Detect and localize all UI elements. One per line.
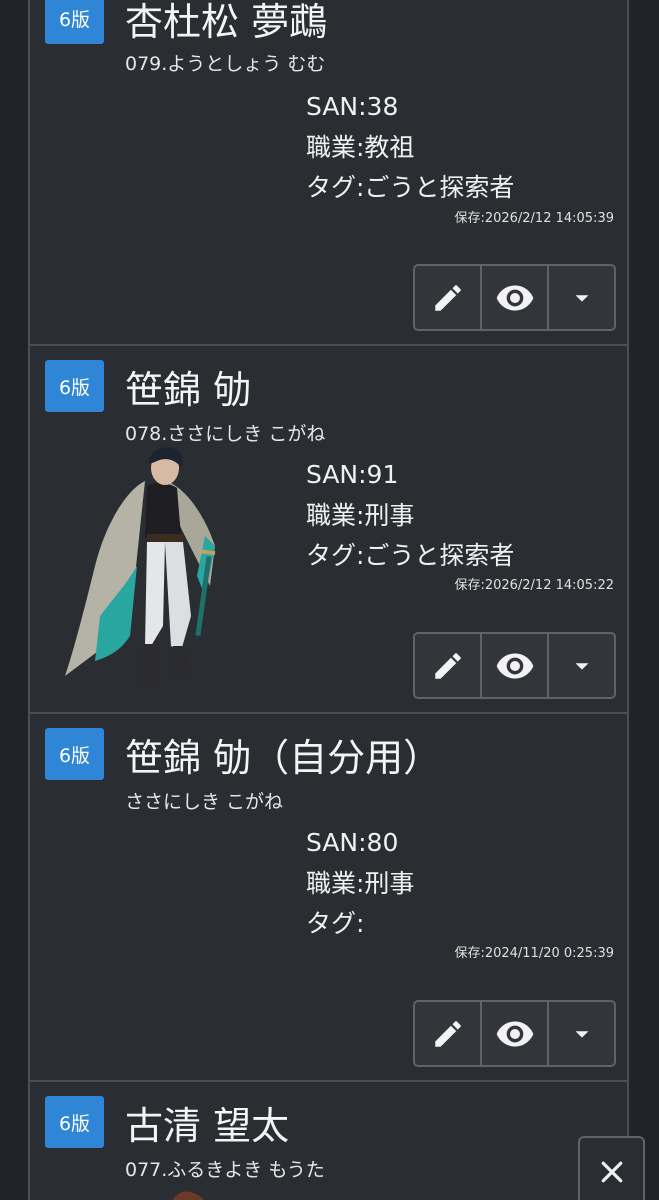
edit-button[interactable]: [415, 266, 482, 329]
tags: タグ:ごうと探索者: [306, 541, 515, 570]
character-portrait: [172, 1191, 204, 1200]
san-value: SAN:80: [306, 828, 399, 857]
card-actions: [413, 1000, 616, 1067]
character-name[interactable]: 笹錦 劬: [125, 368, 251, 412]
character-card[interactable]: 6版 古清 望太 077.ふるきよき もうた: [28, 1080, 629, 1200]
eye-icon: [496, 285, 533, 310]
edition-badge: 6版: [45, 728, 104, 780]
edition-badge: 6版: [45, 360, 104, 412]
san-value: SAN:91: [306, 460, 399, 489]
caret-down-icon: [575, 1030, 588, 1038]
pencil-icon: [434, 284, 461, 311]
tags: タグ:: [306, 909, 365, 938]
dropdown-toggle-button[interactable]: [549, 1002, 614, 1065]
character-card[interactable]: 6版 杏杜松 夢鵡 079.ようとしょう むむ SAN:38 職業:教祖 タグ:…: [28, 0, 629, 346]
pencil-icon: [434, 652, 461, 679]
character-name[interactable]: 古清 望太: [125, 1104, 289, 1148]
san-value: SAN:38: [306, 92, 399, 121]
card-actions: [413, 264, 616, 331]
eye-icon: [496, 1021, 533, 1046]
character-card[interactable]: 6版 笹錦 劬 078.ささにしき こがね SAN:91 職業:刑事 タグ:ごう…: [28, 344, 629, 714]
saved-timestamp: 保存:2024/11/20 0:25:39: [454, 946, 614, 961]
edit-button[interactable]: [415, 1002, 482, 1065]
eye-icon: [496, 653, 533, 678]
edit-button[interactable]: [415, 634, 482, 697]
view-button[interactable]: [482, 1002, 549, 1065]
character-list-screen: 6版 杏杜松 夢鵡 079.ようとしょう むむ SAN:38 職業:教祖 タグ:…: [0, 0, 659, 1200]
character-card[interactable]: 6版 笹錦 劬（自分用） ささにしき こがね SAN:80 職業:刑事 タグ: …: [28, 712, 629, 1082]
character-kana: ささにしき こがね: [125, 791, 284, 813]
saved-timestamp: 保存:2026/2/12 14:05:39: [454, 211, 614, 226]
edition-badge: 6版: [45, 0, 104, 44]
occupation: 職業:刑事: [306, 869, 415, 898]
close-icon: [601, 1161, 622, 1183]
character-kana: 078.ささにしき こがね: [125, 423, 326, 445]
dropdown-toggle-button[interactable]: [549, 634, 614, 697]
view-button[interactable]: [482, 634, 549, 697]
close-button[interactable]: [578, 1136, 645, 1200]
tags: タグ:ごうと探索者: [306, 173, 515, 202]
occupation: 職業:刑事: [306, 501, 415, 530]
caret-down-icon: [575, 662, 588, 670]
view-button[interactable]: [482, 266, 549, 329]
character-kana: 079.ようとしょう むむ: [125, 53, 326, 75]
caret-down-icon: [575, 294, 588, 302]
occupation: 職業:教祖: [306, 133, 415, 162]
dropdown-toggle-button[interactable]: [549, 266, 614, 329]
character-kana: 077.ふるきよき もうた: [125, 1159, 325, 1181]
saved-timestamp: 保存:2026/2/12 14:05:22: [454, 578, 614, 593]
character-portrait: [65, 447, 216, 688]
character-name[interactable]: 杏杜松 夢鵡: [125, 0, 327, 44]
pencil-icon: [434, 1020, 461, 1047]
edition-badge: 6版: [45, 1096, 104, 1148]
card-actions: [413, 632, 616, 699]
character-name[interactable]: 笹錦 劬（自分用）: [125, 736, 441, 780]
